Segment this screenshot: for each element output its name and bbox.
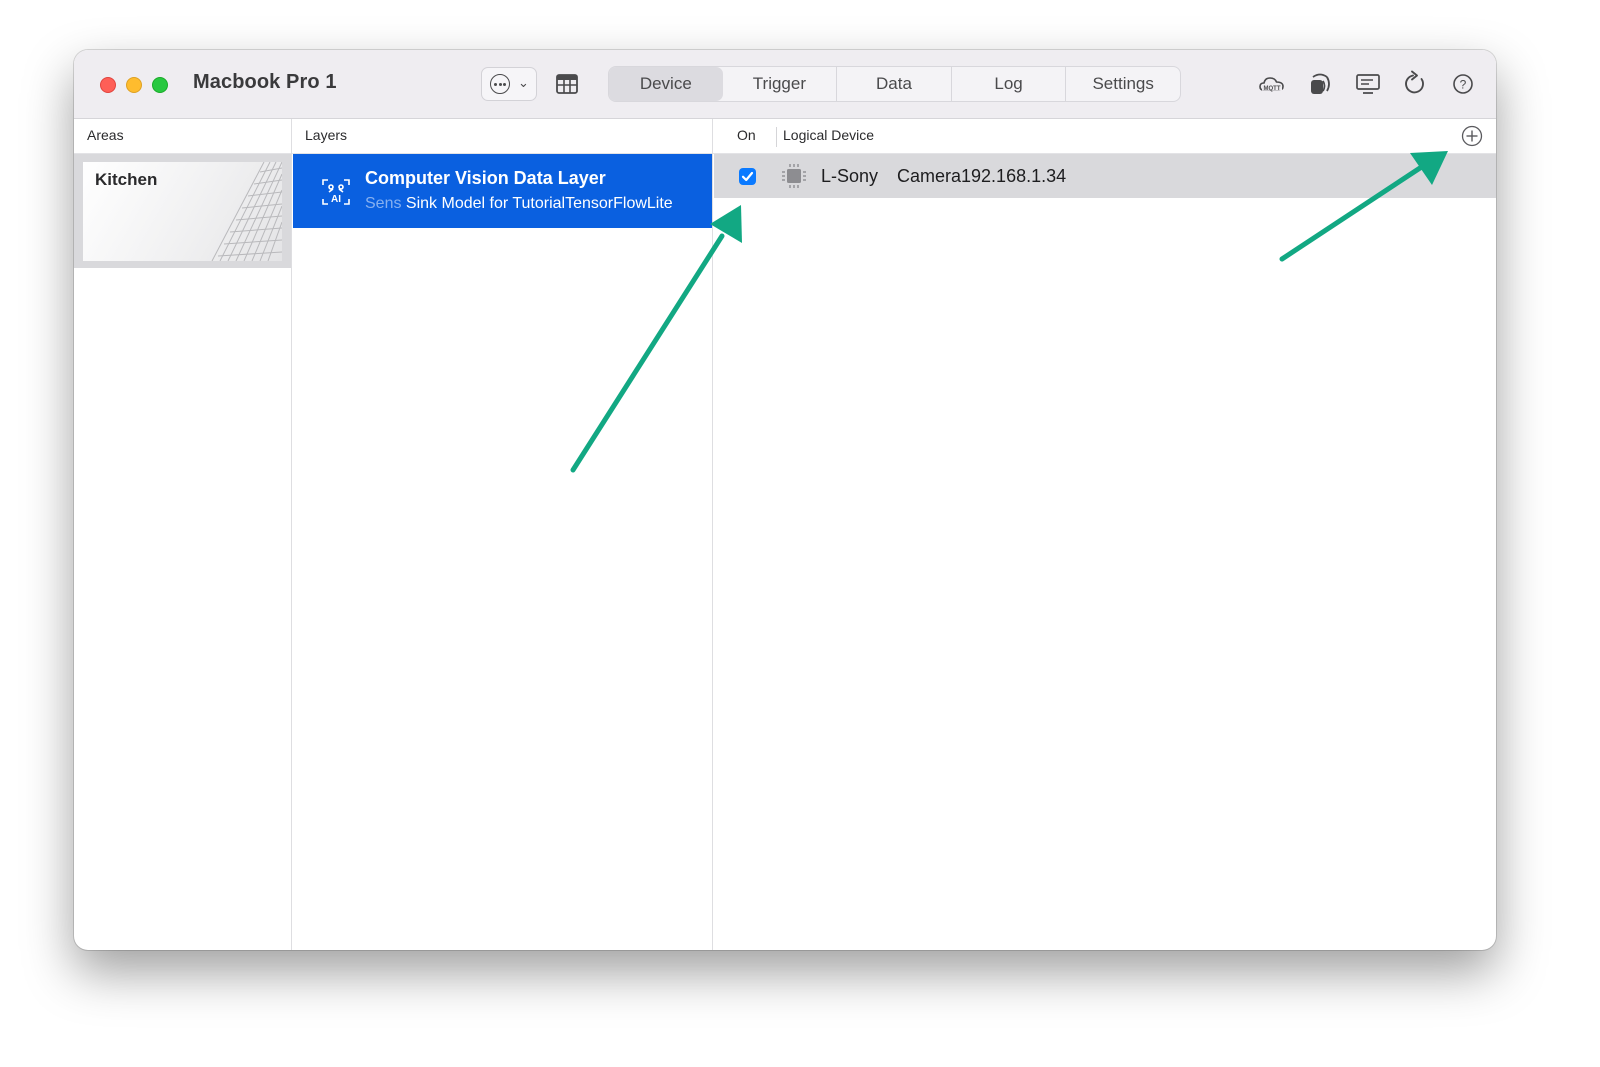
svg-text:?: ? (1460, 78, 1467, 92)
tab-settings[interactable]: Settings (1066, 67, 1180, 101)
display-icon[interactable] (1354, 70, 1382, 98)
svg-text:AI: AI (331, 194, 341, 205)
device-name: L-Sony (821, 166, 879, 186)
table-icon[interactable] (556, 74, 578, 94)
area-item-kitchen[interactable]: Kitchen (83, 162, 282, 261)
refresh-icon[interactable] (1401, 70, 1429, 98)
svg-text:MQTT: MQTT (1264, 86, 1281, 92)
device-row[interactable]: L-Sony Camera192.168.1.34 (714, 154, 1496, 198)
sensor-icon[interactable] (1306, 70, 1334, 98)
areas-divider[interactable] (291, 119, 292, 950)
zoom-window-button[interactable] (152, 77, 168, 93)
device-address: Camera192.168.1.34 (897, 166, 1067, 186)
app-window: Macbook Pro 1 ⌄ Device Trigger Data Log … (74, 50, 1496, 950)
view-segmented-control: Device Trigger Data Log Settings (608, 66, 1181, 102)
close-window-button[interactable] (100, 77, 116, 93)
device-on-checkbox[interactable] (739, 168, 756, 185)
layer-title: Computer Vision Data Layer (365, 168, 606, 188)
column-headers: Areas Layers On Logical Device (74, 119, 1496, 154)
window-title: Macbook Pro 1 (193, 71, 337, 93)
minimize-window-button[interactable] (126, 77, 142, 93)
on-header[interactable]: On (737, 127, 756, 143)
add-device-button[interactable] (1461, 125, 1483, 147)
mqtt-cloud-icon[interactable]: MQTT (1258, 70, 1286, 98)
tab-log[interactable]: Log (952, 67, 1067, 101)
layers-divider[interactable] (712, 119, 713, 950)
layer-subtitle-text: Sink Model for TutorialTensorFlowLite (405, 195, 673, 212)
tab-trigger[interactable]: Trigger (723, 67, 838, 101)
tab-data[interactable]: Data (837, 67, 952, 101)
layers-header: Layers (305, 127, 348, 143)
layer-subtitle: Sens Sink Model for TutorialTensorFlowLi… (365, 195, 673, 213)
more-options-icon (490, 74, 510, 94)
help-icon[interactable]: ? (1449, 70, 1477, 98)
area-thumbnail (211, 162, 282, 261)
computer-vision-ai-icon: AI (322, 179, 350, 205)
layer-item[interactable]: AI Computer Vision Data Layer Sens Sink … (293, 154, 712, 228)
logical-device-header[interactable]: Logical Device (783, 127, 874, 143)
checkmark-icon (741, 171, 754, 182)
toolbar: Macbook Pro 1 ⌄ Device Trigger Data Log … (74, 50, 1496, 119)
chip-device-icon (782, 164, 806, 188)
areas-header: Areas (87, 127, 124, 143)
chevron-down-icon: ⌄ (518, 75, 529, 90)
header-separator (776, 127, 777, 147)
layer-subtitle-prefix: Sens (365, 195, 402, 212)
more-options-button[interactable]: ⌄ (481, 67, 537, 101)
tab-device[interactable]: Device (609, 67, 723, 101)
area-name: Kitchen (95, 170, 158, 189)
